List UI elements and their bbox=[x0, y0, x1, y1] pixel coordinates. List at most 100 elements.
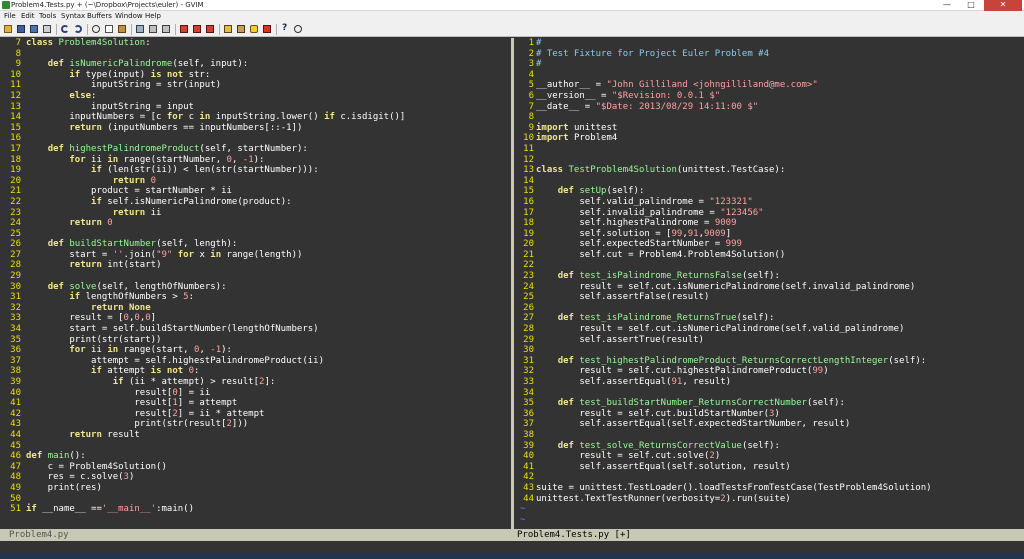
code-line[interactable]: 9 import unittest bbox=[514, 123, 1024, 134]
code-line[interactable]: 35 def test_buildStartNumber_ReturnsCorr… bbox=[514, 398, 1024, 409]
code-line[interactable]: 15 return (inputNumbers == inputNumbers[… bbox=[0, 123, 511, 134]
code-line[interactable]: 26 bbox=[514, 303, 1024, 314]
menu-window[interactable]: Window bbox=[115, 11, 143, 22]
code-line[interactable]: 18 for ii in range(startNumber, 0, -1): bbox=[0, 155, 511, 166]
cut-icon[interactable] bbox=[91, 24, 101, 34]
code-line[interactable]: 16 bbox=[0, 133, 511, 144]
code-line[interactable]: 11 inputString = str(input) bbox=[0, 80, 511, 91]
code-line[interactable]: 27 def test_isPalindrome_ReturnsTrue(sel… bbox=[514, 313, 1024, 324]
minimize-button[interactable]: — bbox=[936, 0, 958, 11]
code-line[interactable]: 8 bbox=[0, 49, 511, 60]
find-replace-icon[interactable] bbox=[135, 24, 145, 34]
redo-icon[interactable] bbox=[73, 24, 83, 34]
menu-tools[interactable]: Tools bbox=[39, 11, 56, 22]
find-next-icon[interactable] bbox=[148, 24, 158, 34]
code-line[interactable]: 37 self.assertEqual(self.expectedStartNu… bbox=[514, 419, 1024, 430]
code-line[interactable]: 7 __date__ = "$Date: 2013/08/29 14:11:00 … bbox=[514, 102, 1024, 113]
code-line[interactable]: 39 def test_solve_ReturnsCorrectValue(se… bbox=[514, 441, 1024, 452]
code-line[interactable]: 38 if attempt is not 0: bbox=[0, 366, 511, 377]
code-line[interactable]: 30 bbox=[514, 345, 1024, 356]
menu-edit[interactable]: Edit bbox=[21, 11, 35, 22]
make-icon[interactable] bbox=[223, 24, 233, 34]
code-line[interactable]: 45 bbox=[0, 441, 511, 452]
code-line[interactable]: 39 if (ii * attempt) > result[2]: bbox=[0, 377, 511, 388]
code-line[interactable]: 31 if lengthOfNumbers > 5: bbox=[0, 292, 511, 303]
code-line[interactable]: 28 result = self.cut.isNumericPalindrome… bbox=[514, 324, 1024, 335]
code-line[interactable]: 21 product = startNumber * ii bbox=[0, 186, 511, 197]
code-line[interactable]: 46 def main(): bbox=[0, 451, 511, 462]
right-code-view[interactable]: 1 #2 # Test Fixture for Project Euler Prob… bbox=[514, 38, 1024, 525]
code-line[interactable]: 21 self.cut = Problem4.Problem4Solution(… bbox=[514, 250, 1024, 261]
help-icon[interactable]: ? bbox=[280, 24, 290, 34]
code-line[interactable]: 41 self.assertEqual(self.solution, resul… bbox=[514, 462, 1024, 473]
code-line[interactable]: 4 bbox=[514, 70, 1024, 81]
code-line[interactable]: 34 start = self.buildStartNumber(lengthO… bbox=[0, 324, 511, 335]
code-line[interactable]: 50 bbox=[0, 494, 511, 505]
copy-icon[interactable] bbox=[104, 24, 114, 34]
code-line[interactable]: 41 result[1] = attempt bbox=[0, 398, 511, 409]
code-line[interactable]: 12 bbox=[514, 155, 1024, 166]
save-icon[interactable] bbox=[16, 24, 26, 34]
code-line[interactable]: 20 self.expectedStartNumber = 999 bbox=[514, 239, 1024, 250]
undo-icon[interactable] bbox=[60, 24, 70, 34]
code-line[interactable]: 14 bbox=[514, 176, 1024, 187]
code-line[interactable]: 9 def isNumericPalindrome(self, input): bbox=[0, 59, 511, 70]
code-line[interactable]: 28 return int(start) bbox=[0, 260, 511, 271]
save-session-icon[interactable] bbox=[192, 24, 202, 34]
code-line[interactable]: 27 start = ''.join("9" for x in range(le… bbox=[0, 250, 511, 261]
code-line[interactable]: 22 bbox=[514, 260, 1024, 271]
code-line[interactable]: 49 print(res) bbox=[0, 483, 511, 494]
right-editor-pane[interactable]: 1 #2 # Test Fixture for Project Euler Prob… bbox=[514, 38, 1024, 529]
menu-buffers[interactable]: Buffers bbox=[87, 11, 112, 22]
code-line[interactable]: 43 suite = unittest.TestLoader().loadTest… bbox=[514, 483, 1024, 494]
code-line[interactable]: 5 __author__ = "John Gilliland <johngilli… bbox=[514, 80, 1024, 91]
code-line[interactable]: 8 bbox=[514, 112, 1024, 123]
save-all-icon[interactable] bbox=[29, 24, 39, 34]
shell-icon[interactable] bbox=[236, 24, 246, 34]
code-line[interactable]: 42 result[2] = ii * attempt bbox=[0, 409, 511, 420]
code-line[interactable]: 23 def test_isPalindrome_ReturnsFalse(se… bbox=[514, 271, 1024, 282]
code-line[interactable]: 19 self.solution = [99,91,9009] bbox=[514, 229, 1024, 240]
code-line[interactable]: 1 # bbox=[514, 38, 1024, 49]
code-line[interactable]: 18 self.highestPalindrome = 9009 bbox=[514, 218, 1024, 229]
code-line[interactable]: 3 # bbox=[514, 59, 1024, 70]
maximize-button[interactable]: □ bbox=[960, 0, 982, 11]
code-line[interactable]: 36 for ii in range(start, 0, -1): bbox=[0, 345, 511, 356]
make-tags-icon[interactable] bbox=[249, 24, 259, 34]
menu-syntax[interactable]: Syntax bbox=[61, 11, 85, 22]
menu-help[interactable]: Help bbox=[145, 11, 161, 22]
code-line[interactable]: 24 result = self.cut.isNumericPalindrome… bbox=[514, 282, 1024, 293]
code-line[interactable]: 17 self.invalid_palindrome = "123456" bbox=[514, 208, 1024, 219]
code-line[interactable]: 33 self.assertEqual(91, result) bbox=[514, 377, 1024, 388]
print-icon[interactable] bbox=[42, 24, 52, 34]
code-line[interactable]: 37 attempt = self.highestPalindromeProdu… bbox=[0, 356, 511, 367]
find-help-icon[interactable] bbox=[293, 24, 303, 34]
open-icon[interactable] bbox=[3, 24, 13, 34]
paste-icon[interactable] bbox=[117, 24, 127, 34]
run-script-icon[interactable] bbox=[205, 24, 215, 34]
code-line[interactable]: ~ bbox=[514, 504, 1024, 515]
code-line[interactable]: 43 print(str(result[2])) bbox=[0, 419, 511, 430]
code-line[interactable]: 11 bbox=[514, 144, 1024, 155]
code-line[interactable]: 51 if __name__ =='__main__':main() bbox=[0, 504, 511, 515]
code-line[interactable]: 10 import Problem4 bbox=[514, 133, 1024, 144]
command-line[interactable] bbox=[0, 541, 1024, 553]
code-line[interactable]: 26 def buildStartNumber(self, length): bbox=[0, 239, 511, 250]
code-line[interactable]: 40 result[0] = ii bbox=[0, 388, 511, 399]
jump-tag-icon[interactable] bbox=[262, 24, 272, 34]
find-prev-icon[interactable] bbox=[161, 24, 171, 34]
code-line[interactable]: 13 inputString = input bbox=[0, 102, 511, 113]
code-line[interactable]: 34 bbox=[514, 388, 1024, 399]
code-line[interactable]: 7 class Problem4Solution: bbox=[0, 38, 511, 49]
code-line[interactable]: 25 bbox=[0, 229, 511, 240]
code-line[interactable]: 30 def solve(self, lengthOfNumbers): bbox=[0, 282, 511, 293]
code-line[interactable]: 40 result = self.cut.solve(2) bbox=[514, 451, 1024, 462]
code-line[interactable]: 48 res = c.solve(3) bbox=[0, 472, 511, 483]
left-code-view[interactable]: 7 class Problem4Solution: 8 9 def isNumeric… bbox=[0, 38, 511, 515]
code-line[interactable]: 6 __version__ = "$Revision: 0.0.1 $" bbox=[514, 91, 1024, 102]
code-line[interactable]: 17 def highestPalindromeProduct(self, st… bbox=[0, 144, 511, 155]
code-line[interactable]: 16 self.valid_palindrome = "123321" bbox=[514, 197, 1024, 208]
code-line[interactable]: 25 self.assertFalse(result) bbox=[514, 292, 1024, 303]
code-line[interactable]: 19 if (len(str(ii)) < len(str(startNumbe… bbox=[0, 165, 511, 176]
code-line[interactable]: 35 print(str(start)) bbox=[0, 335, 511, 346]
